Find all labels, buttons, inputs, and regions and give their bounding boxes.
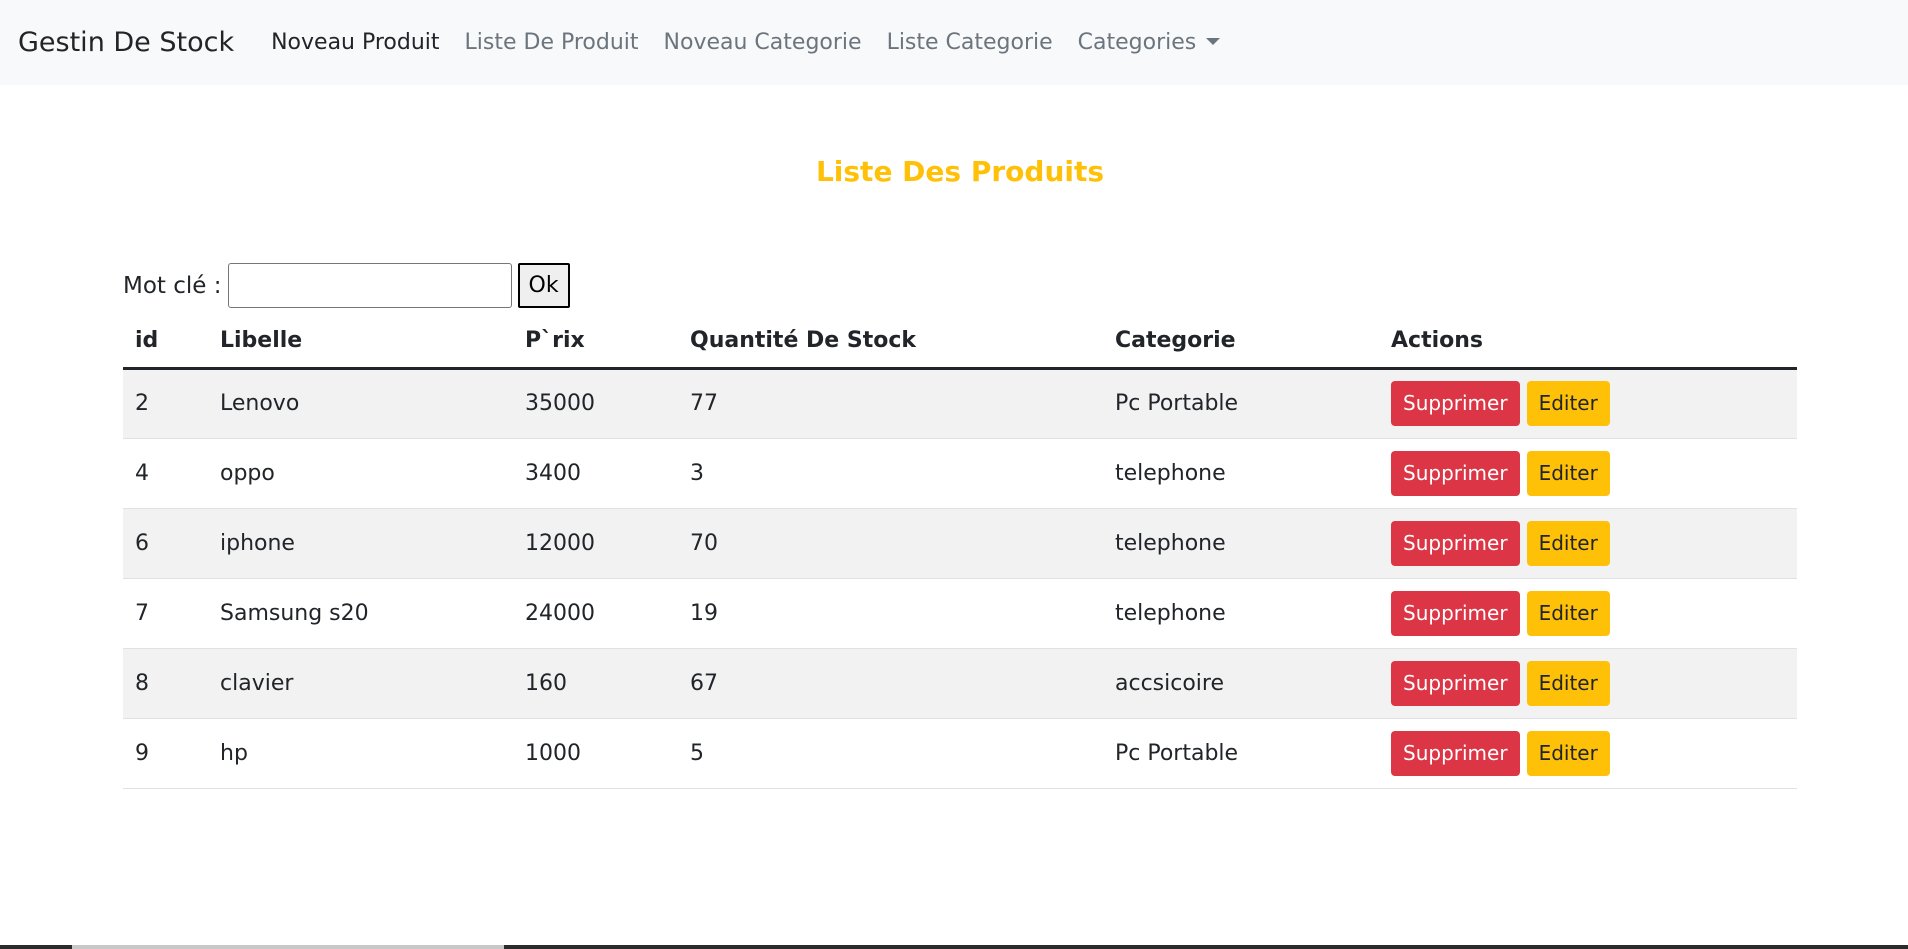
nav-item-liste-de-produit[interactable]: Liste De Produit bbox=[465, 30, 639, 55]
delete-button[interactable]: Supprimer bbox=[1391, 450, 1520, 496]
cell-libelle: Samsung s20 bbox=[208, 578, 513, 649]
window-bottom-edge bbox=[0, 945, 1908, 949]
table-row: 6 iphone 12000 70 telephone Supprimer Edi… bbox=[123, 508, 1797, 579]
cell-libelle: clavier bbox=[208, 648, 513, 719]
search-form: Mot clé : Ok bbox=[123, 263, 570, 308]
search-label: Mot clé : bbox=[123, 272, 222, 299]
cell-id: 6 bbox=[123, 508, 208, 579]
header-prix: P`rix bbox=[513, 315, 678, 370]
edit-button[interactable]: Editer bbox=[1526, 381, 1610, 426]
cell-libelle: Lenovo bbox=[208, 368, 513, 439]
table-row: 9 hp 1000 5 Pc Portable Supprimer Editer bbox=[123, 718, 1797, 789]
table-row: 2 Lenovo 35000 77 Pc Portable Supprimer E… bbox=[123, 368, 1797, 439]
products-table: id Libelle P`rix Quantité De Stock Categ… bbox=[123, 315, 1797, 789]
cell-id: 9 bbox=[123, 718, 208, 789]
cell-actions: Supprimer Editer bbox=[1379, 578, 1797, 649]
cell-prix: 1000 bbox=[513, 718, 678, 789]
cell-categorie: Pc Portable bbox=[1103, 718, 1379, 789]
edit-button[interactable]: Editer bbox=[1526, 590, 1610, 636]
cell-actions: Supprimer Editer bbox=[1379, 648, 1797, 719]
cell-id: 7 bbox=[123, 578, 208, 649]
edit-button[interactable]: Editer bbox=[1526, 660, 1610, 706]
header-id: id bbox=[123, 315, 208, 370]
edit-button[interactable]: Editer bbox=[1526, 730, 1610, 776]
header-categorie: Categorie bbox=[1103, 315, 1379, 370]
page-title: Liste Des Produits bbox=[815, 155, 1105, 188]
cell-libelle: iphone bbox=[208, 508, 513, 579]
cell-categorie: telephone bbox=[1103, 438, 1379, 509]
edit-button[interactable]: Editer bbox=[1526, 450, 1610, 496]
nav-item-liste-categorie[interactable]: Liste Categorie bbox=[887, 30, 1053, 55]
cell-categorie: accsicoire bbox=[1103, 648, 1379, 719]
header-quantite: Quantité De Stock bbox=[678, 315, 1103, 370]
cell-actions: Supprimer Editer bbox=[1379, 368, 1797, 439]
cell-libelle: hp bbox=[208, 718, 513, 789]
header-libelle: Libelle bbox=[208, 315, 513, 370]
cell-categorie: telephone bbox=[1103, 578, 1379, 649]
cell-actions: Supprimer Editer bbox=[1379, 718, 1797, 789]
cell-prix: 160 bbox=[513, 648, 678, 719]
table-row: 8 clavier 160 67 accsicoire Supprimer Edi… bbox=[123, 648, 1797, 719]
nav-item-categories-dropdown[interactable]: Categories bbox=[1078, 30, 1221, 55]
cell-quantite: 3 bbox=[678, 438, 1103, 509]
cell-actions: Supprimer Editer bbox=[1379, 508, 1797, 579]
categories-dropdown-label: Categories bbox=[1077, 30, 1197, 55]
cell-quantite: 67 bbox=[678, 648, 1103, 719]
keyword-input[interactable] bbox=[227, 263, 512, 308]
delete-button[interactable]: Supprimer bbox=[1391, 590, 1520, 636]
cell-id: 4 bbox=[123, 438, 208, 509]
cell-id: 8 bbox=[123, 648, 208, 719]
nav-item-noveau-categorie[interactable]: Noveau Categorie bbox=[664, 30, 862, 55]
table-row: 7 Samsung s20 24000 19 telephone Supprim… bbox=[123, 578, 1797, 649]
edit-button[interactable]: Editer bbox=[1526, 520, 1610, 566]
cell-prix: 35000 bbox=[513, 368, 678, 439]
header-actions: Actions bbox=[1379, 315, 1797, 370]
delete-button[interactable]: Supprimer bbox=[1391, 660, 1520, 706]
cell-prix: 3400 bbox=[513, 438, 678, 509]
delete-button[interactable]: Supprimer bbox=[1391, 381, 1520, 426]
cell-id: 2 bbox=[123, 368, 208, 439]
delete-button[interactable]: Supprimer bbox=[1391, 730, 1520, 776]
cell-prix: 12000 bbox=[513, 508, 678, 579]
cell-quantite: 19 bbox=[678, 578, 1103, 649]
caret-down-icon bbox=[1206, 37, 1221, 45]
navbar-brand[interactable]: Gestin De Stock bbox=[18, 27, 234, 58]
cell-categorie: telephone bbox=[1103, 508, 1379, 579]
ok-button[interactable]: Ok bbox=[517, 263, 570, 308]
cell-libelle: oppo bbox=[208, 438, 513, 509]
cell-quantite: 70 bbox=[678, 508, 1103, 579]
cell-categorie: Pc Portable bbox=[1103, 368, 1379, 439]
nav-item-noveau-produit[interactable]: Noveau Produit bbox=[271, 30, 439, 55]
cell-quantite: 5 bbox=[678, 718, 1103, 789]
scrollbar-thumb bbox=[72, 945, 504, 949]
cell-prix: 24000 bbox=[513, 578, 678, 649]
table-header-row: id Libelle P`rix Quantité De Stock Categ… bbox=[123, 315, 1797, 370]
cell-quantite: 77 bbox=[678, 368, 1103, 439]
table-row: 4 oppo 3400 3 telephone Supprimer Editer bbox=[123, 438, 1797, 509]
navbar: Gestin De Stock Noveau Produit Liste De … bbox=[0, 0, 1908, 85]
delete-button[interactable]: Supprimer bbox=[1391, 520, 1520, 566]
cell-actions: Supprimer Editer bbox=[1379, 438, 1797, 509]
